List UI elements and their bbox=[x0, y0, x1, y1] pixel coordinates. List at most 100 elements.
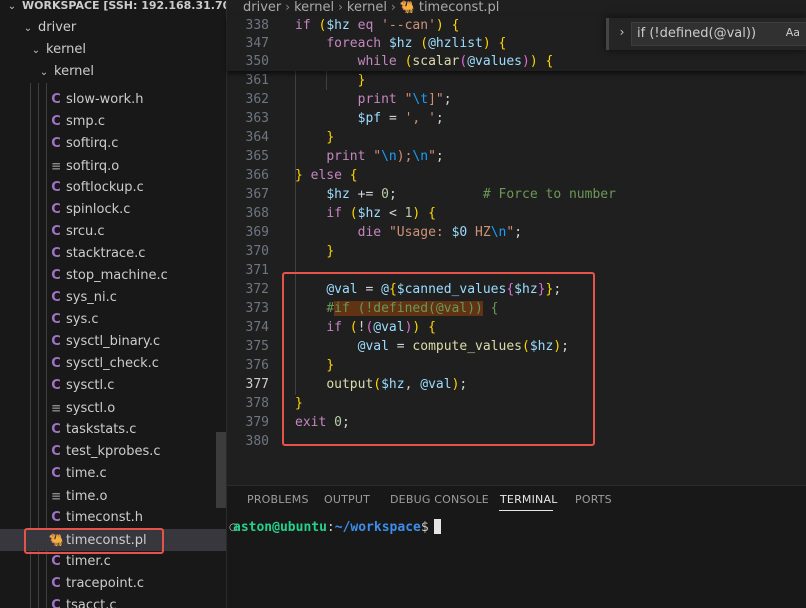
code-text[interactable]: print "\n);\n"; bbox=[295, 147, 443, 166]
line-number: 367 bbox=[245, 187, 269, 202]
c-file-icon: C bbox=[51, 92, 61, 107]
c-file-icon: C bbox=[51, 312, 61, 327]
line-number: 371 bbox=[245, 263, 269, 278]
tab-problems[interactable]: PROBLEMS bbox=[247, 493, 309, 506]
indent-guide bbox=[326, 71, 327, 90]
file-label: taskstats.c bbox=[66, 422, 137, 437]
file-label: softirq.o bbox=[66, 159, 120, 174]
code-text[interactable]: while (scalar(@values)) { bbox=[295, 52, 554, 71]
file-item[interactable]: Ctimeconst.h bbox=[0, 507, 226, 529]
code-text[interactable]: } else { bbox=[295, 166, 358, 185]
breadcrumb-file[interactable]: timeconst.pl bbox=[419, 0, 500, 15]
file-item[interactable]: Csys_ni.c bbox=[0, 287, 226, 309]
folder-label: driver bbox=[38, 20, 77, 35]
file-item[interactable]: Ctime.c bbox=[0, 463, 226, 485]
chevron-down-icon: ⌄ bbox=[7, 1, 17, 12]
code-line[interactable]: 366} else { bbox=[227, 166, 806, 185]
code-text[interactable]: die "Usage: $0 HZ\n"; bbox=[295, 223, 522, 242]
code-text[interactable]: if ($hz < 1) { bbox=[295, 204, 436, 223]
file-item[interactable]: Ctest_kprobes.c bbox=[0, 441, 226, 463]
code-text[interactable]: } bbox=[295, 128, 334, 147]
annotation-highlight-box bbox=[24, 528, 164, 554]
chevron-right-icon[interactable]: › bbox=[615, 25, 629, 39]
line-number: 350 bbox=[245, 54, 269, 69]
c-file-icon: C bbox=[51, 114, 61, 129]
file-item[interactable]: ≡ softirq.o bbox=[0, 155, 226, 177]
file-label: stop_machine.c bbox=[66, 268, 168, 283]
code-text[interactable]: if ($hz eq '--can') { bbox=[295, 16, 459, 35]
c-file-icon: C bbox=[51, 202, 61, 217]
file-item[interactable]: Cstop_machine.c bbox=[0, 265, 226, 287]
file-item[interactable]: Csysctl.c bbox=[0, 375, 226, 397]
code-line[interactable]: 367 $hz += 0; # Force to number bbox=[227, 185, 806, 204]
file-item[interactable]: Csysctl_binary.c bbox=[0, 331, 226, 353]
folder-driver[interactable]: ⌄ driver bbox=[0, 17, 226, 39]
chevron-right-icon: › bbox=[338, 0, 343, 14]
sidebar-scrollbar[interactable] bbox=[216, 432, 226, 508]
code-text[interactable]: $hz += 0; # Force to number bbox=[295, 185, 616, 204]
tab-debug-console[interactable]: DEBUG CONSOLE bbox=[390, 493, 489, 506]
folder-kernel[interactable]: ⌄ kernel bbox=[0, 39, 226, 61]
c-file-icon: C bbox=[51, 136, 61, 151]
code-line[interactable]: 364 } bbox=[227, 128, 806, 147]
c-file-icon: C bbox=[51, 598, 61, 608]
code-text[interactable]: } bbox=[295, 71, 366, 90]
file-label: tracepoint.c bbox=[66, 576, 144, 591]
terminal-prompt[interactable]: aston@ubuntu:~/workspace$ bbox=[233, 519, 441, 535]
workspace-header[interactable]: ⌄ WORKSPACE [SSH: 192.168.31.70] bbox=[0, 0, 226, 17]
code-line[interactable]: 362 print "\t]"; bbox=[227, 90, 806, 109]
code-line[interactable]: 350 while (scalar(@values)) { bbox=[227, 52, 806, 71]
code-line[interactable]: 363 $pf = ', '; bbox=[227, 109, 806, 128]
folder-kernel-inner[interactable]: ⌄ kernel bbox=[0, 61, 226, 83]
code-line[interactable]: 370 } bbox=[227, 242, 806, 261]
file-item[interactable]: ≡ time.o bbox=[0, 485, 226, 507]
explorer-sidebar: ⌄ WORKSPACE [SSH: 192.168.31.70] ⌄ driver … bbox=[0, 0, 227, 608]
tab-output[interactable]: OUTPUT bbox=[324, 493, 370, 506]
chevron-down-icon: ⌄ bbox=[23, 23, 33, 34]
file-item[interactable]: Csoftirq.c bbox=[0, 133, 226, 155]
tab-ports[interactable]: PORTS bbox=[575, 493, 612, 506]
code-line[interactable]: 365 print "\n);\n"; bbox=[227, 147, 806, 166]
file-item[interactable]: ≡ sysctl.o bbox=[0, 397, 226, 419]
file-label: timeconst.h bbox=[66, 510, 143, 525]
file-label: time.c bbox=[66, 466, 107, 481]
file-item[interactable]: Ctsacct.c bbox=[0, 595, 226, 608]
terminal-colon: : bbox=[326, 520, 335, 535]
file-label: spinlock.c bbox=[66, 202, 131, 217]
code-text[interactable]: } bbox=[295, 242, 334, 261]
code-line[interactable]: 361 } bbox=[227, 71, 806, 90]
file-item[interactable]: Csysctl_check.c bbox=[0, 353, 226, 375]
match-case-button[interactable]: Aa bbox=[786, 26, 800, 39]
breadcrumb-item[interactable]: kernel bbox=[347, 0, 387, 15]
code-line[interactable]: 368 if ($hz < 1) { bbox=[227, 204, 806, 223]
perl-file-icon: 🐫 bbox=[399, 0, 415, 14]
breadcrumb-item[interactable]: kernel bbox=[294, 0, 334, 15]
file-item[interactable]: Csmp.c bbox=[0, 111, 226, 133]
find-input[interactable]: if (!defined(@val)) bbox=[631, 22, 806, 46]
line-number: 370 bbox=[245, 244, 269, 259]
file-label: sys.c bbox=[66, 312, 99, 327]
file-item[interactable]: Csoftlockup.c bbox=[0, 177, 226, 199]
file-item[interactable]: Ctimer.c bbox=[0, 551, 226, 573]
file-item[interactable]: Cstacktrace.c bbox=[0, 243, 226, 265]
breadcrumb-item[interactable]: driver bbox=[243, 0, 281, 15]
terminal-path: ~/workspace bbox=[334, 520, 421, 535]
file-label: sysctl.o bbox=[66, 401, 116, 416]
file-label: tsacct.c bbox=[66, 598, 117, 608]
code-text[interactable]: print "\t]"; bbox=[295, 90, 452, 109]
code-line[interactable]: 369 die "Usage: $0 HZ\n"; bbox=[227, 223, 806, 242]
file-item[interactable]: Ctaskstats.c bbox=[0, 419, 226, 441]
file-item[interactable]: Cspinlock.c bbox=[0, 199, 226, 221]
file-item[interactable]: Csrcu.c bbox=[0, 221, 226, 243]
code-text[interactable]: foreach $hz (@hzlist) { bbox=[295, 34, 506, 53]
file-label: sys_ni.c bbox=[66, 290, 117, 305]
tab-terminal[interactable]: TERMINAL bbox=[500, 493, 558, 506]
file-item[interactable]: Cslow-work.h bbox=[0, 89, 226, 111]
file-item[interactable]: Ctracepoint.c bbox=[0, 573, 226, 595]
breadcrumb: driver › kernel › kernel › 🐫 timeconst.pl bbox=[227, 0, 806, 16]
chevron-down-icon: ⌄ bbox=[31, 45, 41, 56]
code-text[interactable]: $pf = ', '; bbox=[295, 109, 444, 128]
folder-label: kernel bbox=[46, 42, 87, 57]
c-file-icon: C bbox=[51, 268, 61, 283]
file-item[interactable]: Csys.c bbox=[0, 309, 226, 331]
